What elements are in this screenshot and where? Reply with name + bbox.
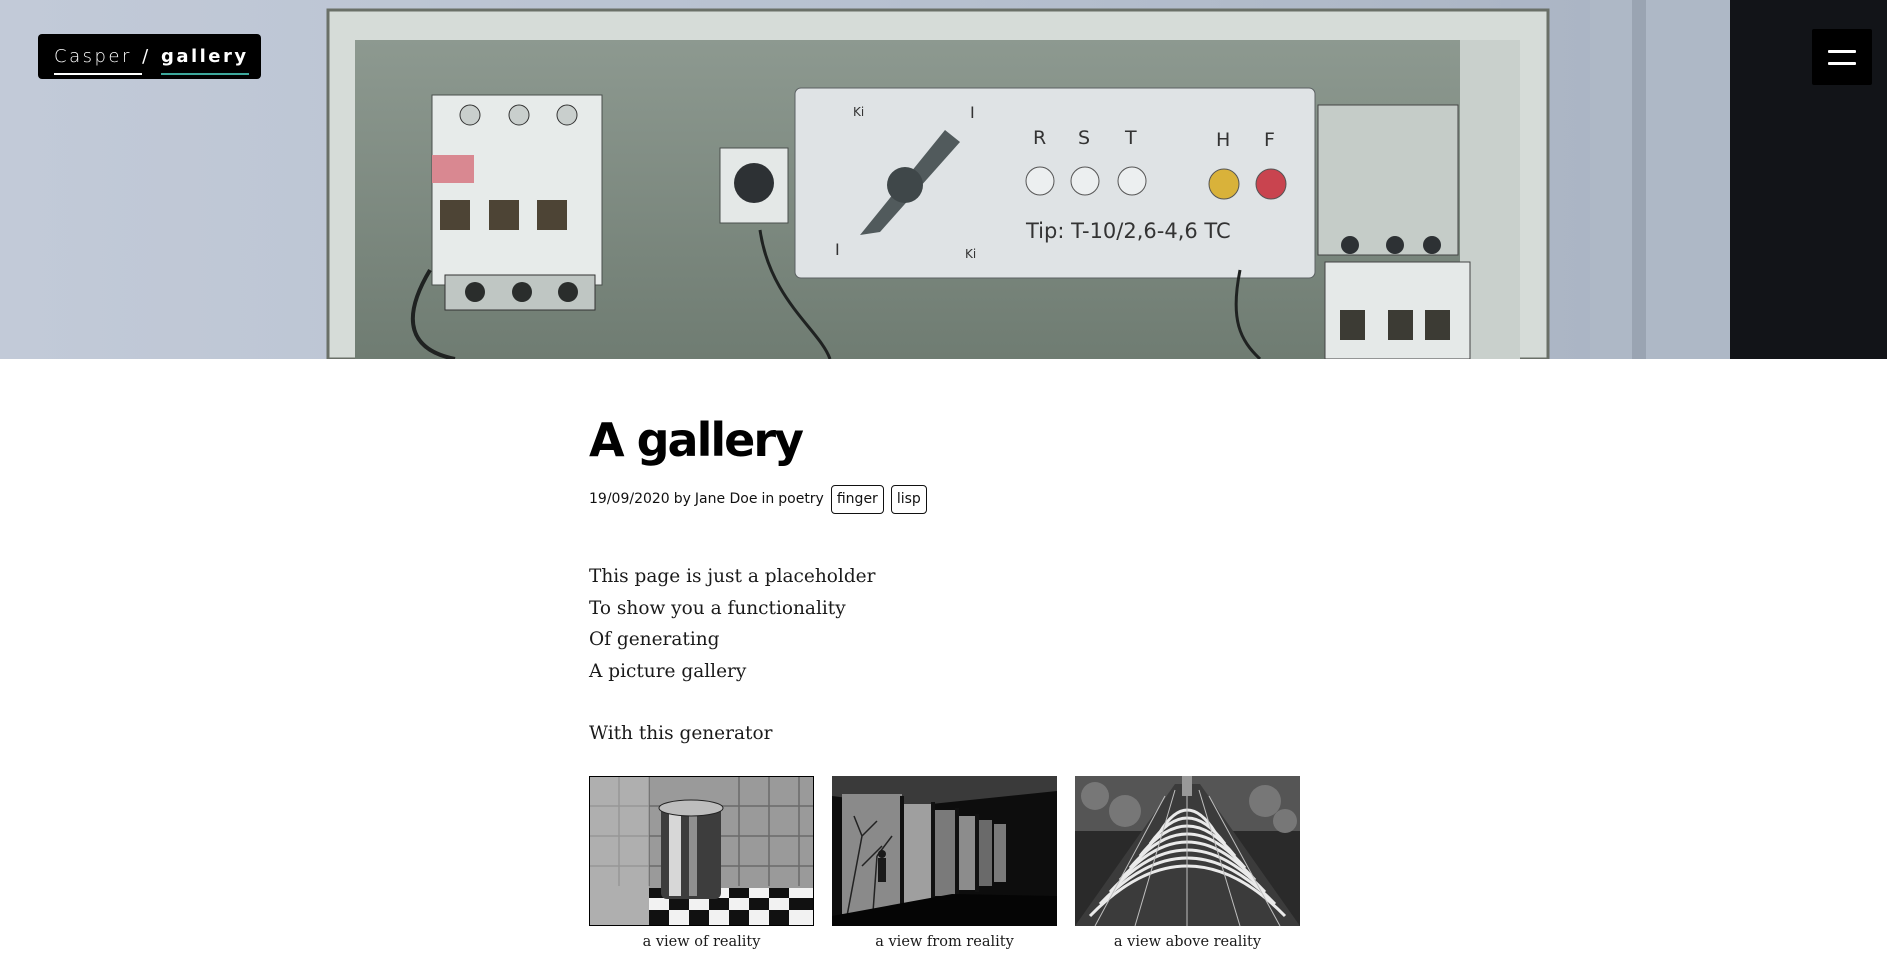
post-meta: 19/09/2020 by Jane Doe in poetry finger … [589, 483, 1309, 515]
svg-text:Tip: T-10/2,6-4,6 TC: Tip: T-10/2,6-4,6 TC [1025, 219, 1231, 243]
body-line: To show you a functionality [589, 597, 846, 619]
gallery-caption: a view of reality [642, 933, 761, 950]
post-in-label: in [761, 491, 775, 507]
post-by-label: by [673, 491, 691, 507]
hamburger-menu-icon-line [1828, 62, 1856, 65]
svg-text:T: T [1124, 127, 1137, 149]
gallery-item: a view from reality [832, 775, 1057, 950]
gallery-item: a view above reality [1075, 775, 1300, 950]
post-category-link[interactable]: poetry [778, 483, 824, 515]
gallery-thumbnail-from-reality[interactable] [832, 775, 1057, 926]
gallery-thumbnail-above-reality[interactable] [1075, 775, 1300, 926]
body-closing-line: With this generator [589, 723, 773, 744]
hero-electrical-panel-image: Ki I I Ki R S T H F Tip: T-10/2,6-4,6 TC [0, 0, 1887, 359]
page-name: gallery [160, 46, 249, 67]
post-author-link[interactable]: Jane Doe [695, 483, 758, 515]
tag-lisp[interactable]: lisp [890, 484, 927, 514]
gallery-thumbnail-reality[interactable] [589, 775, 814, 926]
tag-finger[interactable]: finger [830, 484, 884, 514]
post-date: 19/09/2020 [589, 491, 670, 507]
svg-text:S: S [1078, 127, 1090, 149]
body-line: A picture gallery [589, 660, 747, 682]
svg-text:F: F [1264, 129, 1275, 151]
svg-text:I: I [835, 240, 840, 259]
gallery-item: a view of reality [589, 775, 814, 950]
page-title: A gallery [589, 413, 804, 467]
picture-gallery: a view of reality a view from reality a … [589, 775, 1309, 950]
hamburger-menu-icon [1828, 50, 1856, 53]
svg-text:Ki: Ki [853, 105, 864, 119]
body-line: This page is just a placeholder [589, 566, 876, 587]
site-name[interactable]: Casper [54, 46, 132, 67]
gallery-caption: a view above reality [1113, 933, 1262, 950]
site-brand-link[interactable]: Casper / gallery [38, 34, 261, 79]
body-line: Of generating [589, 629, 720, 650]
breadcrumb-separator: / [142, 46, 151, 67]
svg-text:R: R [1033, 127, 1046, 149]
article: A gallery 19/09/2020 by Jane Doe in poet… [589, 405, 1309, 950]
post-body: This page is just a placeholder To show … [589, 561, 1309, 750]
hero-banner: Ki I I Ki R S T H F Tip: T-10/2,6-4,6 TC… [0, 0, 1887, 359]
svg-text:H: H [1216, 129, 1230, 151]
svg-text:Ki: Ki [965, 247, 976, 261]
gallery-caption: a view from reality [875, 933, 1014, 950]
hamburger-menu-button[interactable] [1812, 29, 1872, 85]
svg-text:I: I [970, 103, 975, 122]
